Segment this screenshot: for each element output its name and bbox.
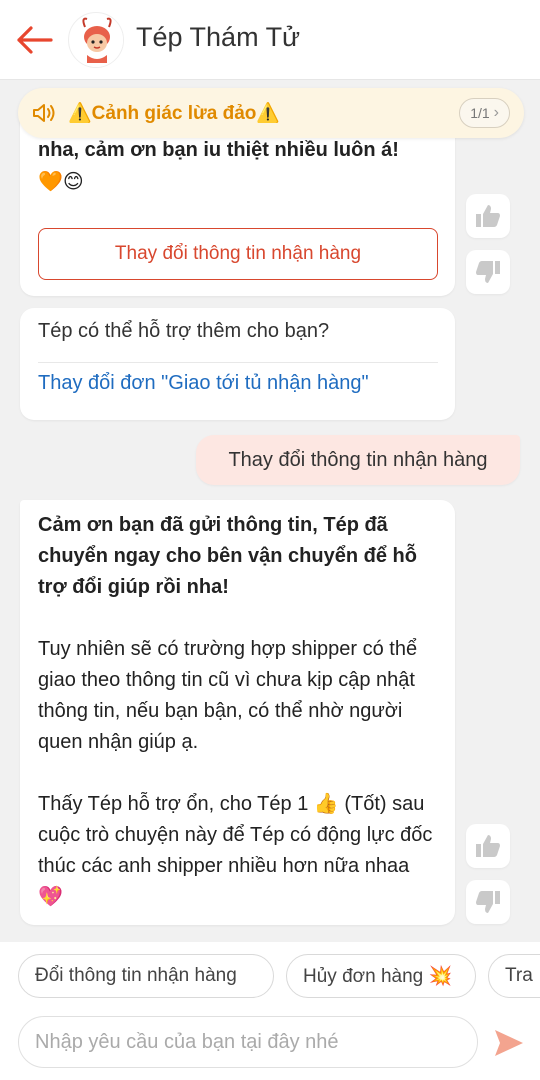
speaker-icon [32,101,58,125]
avatar[interactable] [68,12,124,68]
thumbs-down-button[interactable] [466,880,510,924]
bot-message-text: Cảm ơn bạn đã gửi thông tin, Tép đã chuy… [38,514,417,598]
quick-reply-chip[interactable]: Đổi thông tin nhận hàng [18,954,274,998]
scam-warning-banner[interactable]: ⚠️Cảnh giác lừa đảo⚠️ 1/1 › [18,88,524,138]
user-message: Thay đổi thông tin nhận hàng [196,435,520,485]
chat-area[interactable]: ⚠️Cảnh giác lừa đảo⚠️ 1/1 › Thấy hài lòn… [0,80,540,942]
thumbs-up-icon [476,835,500,857]
suggestion-question: Tép có thể hỗ trợ thêm cho bạn? [38,320,330,342]
divider [38,362,438,363]
page-title: Tép Thám Tử [136,22,301,52]
quick-reply-bar: Đổi thông tin nhận hàng Hủy đơn hàng 💥 T… [0,942,540,1008]
bot-message-text: Thấy Tép hỗ trợ ổn, cho Tép 1 👍 (Tốt) sa… [38,793,433,908]
back-button[interactable] [12,20,56,60]
banner-pager[interactable]: 1/1 › [459,98,510,128]
thumbs-up-icon [476,205,500,227]
bot-message: Cảm ơn bạn đã gửi thông tin, Tép đã chuy… [20,500,455,925]
change-order-locker-link[interactable]: Thay đổi đơn "Giao tới tủ nhận hàng" [38,372,369,395]
send-button[interactable] [490,1024,528,1062]
thumbs-down-icon [476,891,500,913]
warning-text: ⚠️Cảnh giác lừa đảo⚠️ [68,103,281,124]
change-delivery-info-button[interactable]: Thay đổi thông tin nhận hàng [38,228,438,280]
bot-message-text: Tuy nhiên sẽ có trường hợp shipper có th… [38,638,418,753]
thumbs-down-button[interactable] [466,250,510,294]
thumbs-up-button[interactable] [466,194,510,238]
input-bar [0,1008,540,1080]
quick-reply-chip[interactable]: Hủy đơn hàng 💥 [286,954,476,998]
send-icon [495,1030,523,1056]
chevron-right-icon: › [493,104,499,121]
suggestion-card: Tép có thể hỗ trợ thêm cho bạn? Thay đổi… [20,308,455,420]
chat-header: Tép Thám Tử [0,0,540,80]
thumbs-up-button[interactable] [466,824,510,868]
thumbs-down-icon [476,261,500,283]
quick-reply-chip[interactable]: Tra [488,954,540,998]
pager-count: 1/1 [470,105,490,121]
message-input[interactable] [18,1016,478,1068]
arrow-left-icon [17,26,53,54]
